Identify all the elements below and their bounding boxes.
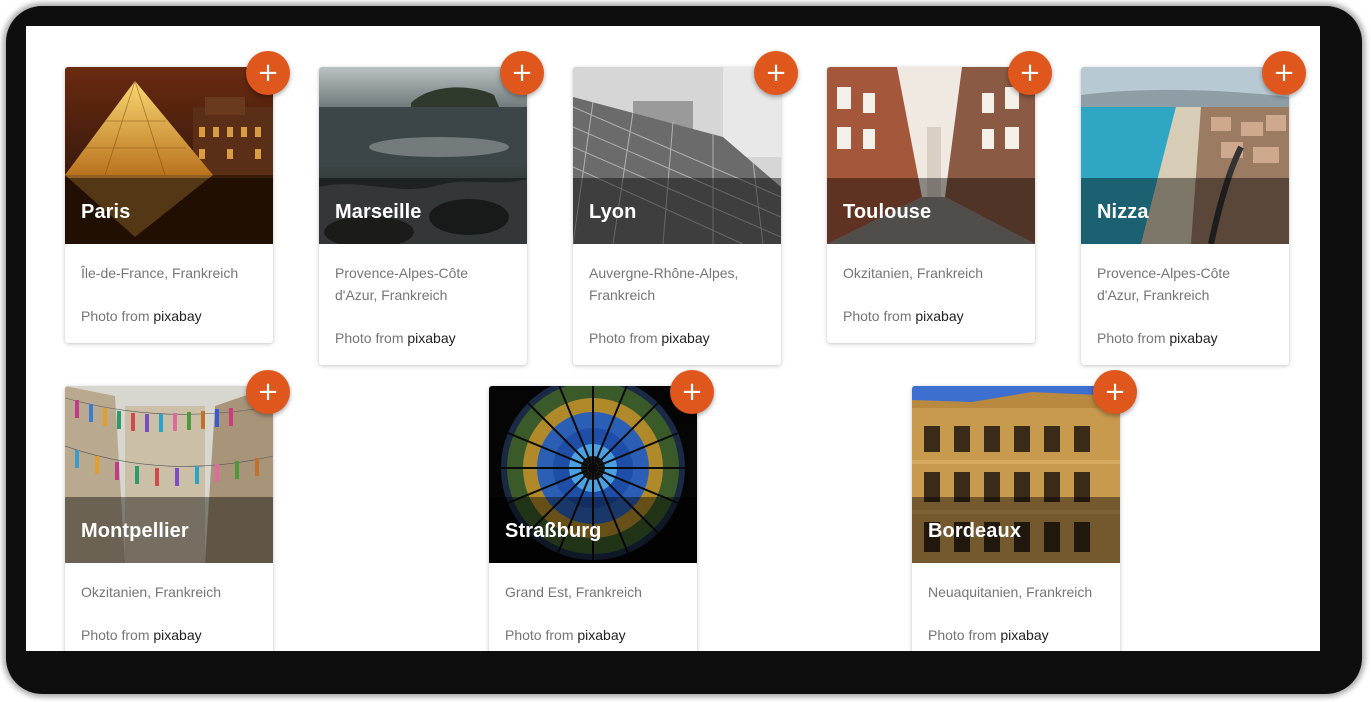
city-name: Montpellier: [81, 520, 189, 542]
pixabay-link[interactable]: pixabay: [1000, 627, 1048, 643]
city-region: Grand Est, Frankreich: [505, 584, 642, 600]
city-card-paris[interactable]: Paris Île-de-France, Frankreich Photo fr…: [65, 51, 290, 343]
add-city-button[interactable]: +: [754, 51, 798, 95]
city-name: Nizza: [1097, 201, 1149, 223]
plus-icon: +: [1273, 58, 1295, 88]
city-region: Okzitanien, Frankreich: [81, 584, 222, 600]
city-name: Lyon: [589, 201, 637, 223]
city-card-bordeaux[interactable]: Bordeaux Neuaquitanien, Frankreich Photo…: [912, 370, 1137, 651]
city-name: Marseille: [335, 201, 422, 223]
city-card-montpellier[interactable]: Montpellier Okzitanien, Frankreich Photo…: [65, 370, 290, 651]
photo-credit: Photo from pixabay: [335, 330, 456, 346]
city-photo-nizza: Nizza: [1081, 67, 1289, 244]
city-region: Neuaquitanien, Frankreich: [928, 584, 1093, 600]
pixabay-link[interactable]: pixabay: [577, 627, 625, 643]
city-region: Provence-Alpes-Côte d'Azur, Frankreich: [1097, 265, 1231, 303]
pixabay-link[interactable]: pixabay: [153, 627, 201, 643]
city-region: Okzitanien, Frankreich: [843, 265, 984, 281]
city-region: Auvergne-Rhône-Alpes, Frankreich: [589, 265, 739, 303]
add-city-button[interactable]: +: [246, 51, 290, 95]
plus-icon: +: [257, 58, 279, 88]
plus-icon: +: [257, 377, 279, 407]
city-gallery: Paris Île-de-France, Frankreich Photo fr…: [26, 26, 1320, 651]
add-city-button[interactable]: +: [670, 370, 714, 414]
city-photo-lyon: Lyon: [573, 67, 781, 244]
pixabay-link[interactable]: pixabay: [1169, 330, 1217, 346]
city-name: Toulouse: [843, 201, 932, 223]
add-city-button[interactable]: +: [1093, 370, 1137, 414]
city-photo-bordeaux: Bordeaux: [912, 386, 1120, 563]
photo-credit: Photo from pixabay: [81, 308, 202, 324]
photo-credit: Photo from pixabay: [589, 330, 710, 346]
photo-credit: Photo from pixabay: [928, 627, 1049, 643]
pixabay-link[interactable]: pixabay: [915, 308, 963, 324]
pixabay-link[interactable]: pixabay: [407, 330, 455, 346]
city-photo-toulouse: Toulouse: [827, 67, 1035, 244]
city-photo-strassburg: Straßburg: [489, 386, 697, 563]
photo-credit: Photo from pixabay: [843, 308, 964, 324]
city-photo-paris: Paris: [65, 67, 273, 244]
city-card-strassburg[interactable]: Straßburg Grand Est, Frankreich Photo fr…: [489, 370, 714, 651]
city-name: Paris: [81, 201, 131, 223]
plus-icon: +: [1104, 377, 1126, 407]
city-card-marseille[interactable]: Marseille Provence-Alpes-Côte d'Azur, Fr…: [319, 51, 544, 365]
pixabay-link[interactable]: pixabay: [661, 330, 709, 346]
city-photo-montpellier: Montpellier: [65, 386, 273, 563]
city-region: Provence-Alpes-Côte d'Azur, Frankreich: [335, 265, 469, 303]
add-city-button[interactable]: +: [246, 370, 290, 414]
city-region: Île-de-France, Frankreich: [81, 265, 239, 281]
photo-credit: Photo from pixabay: [505, 627, 626, 643]
add-city-button[interactable]: +: [1008, 51, 1052, 95]
plus-icon: +: [1019, 58, 1041, 88]
plus-icon: +: [681, 377, 703, 407]
city-card-lyon[interactable]: Lyon Auvergne-Rhône-Alpes, Frankreich Ph…: [573, 51, 798, 365]
photo-credit: Photo from pixabay: [1097, 330, 1218, 346]
city-card-nizza[interactable]: Nizza Provence-Alpes-Côte d'Azur, Frankr…: [1081, 51, 1306, 365]
city-name: Bordeaux: [928, 520, 1022, 542]
plus-icon: +: [511, 58, 533, 88]
pixabay-link[interactable]: pixabay: [153, 308, 201, 324]
add-city-button[interactable]: +: [500, 51, 544, 95]
plus-icon: +: [765, 58, 787, 88]
city-photo-marseille: Marseille: [319, 67, 527, 244]
add-city-button[interactable]: +: [1262, 51, 1306, 95]
city-card-toulouse[interactable]: Toulouse Okzitanien, Frankreich Photo fr…: [827, 51, 1052, 343]
city-name: Straßburg: [505, 520, 602, 542]
photo-credit: Photo from pixabay: [81, 627, 202, 643]
